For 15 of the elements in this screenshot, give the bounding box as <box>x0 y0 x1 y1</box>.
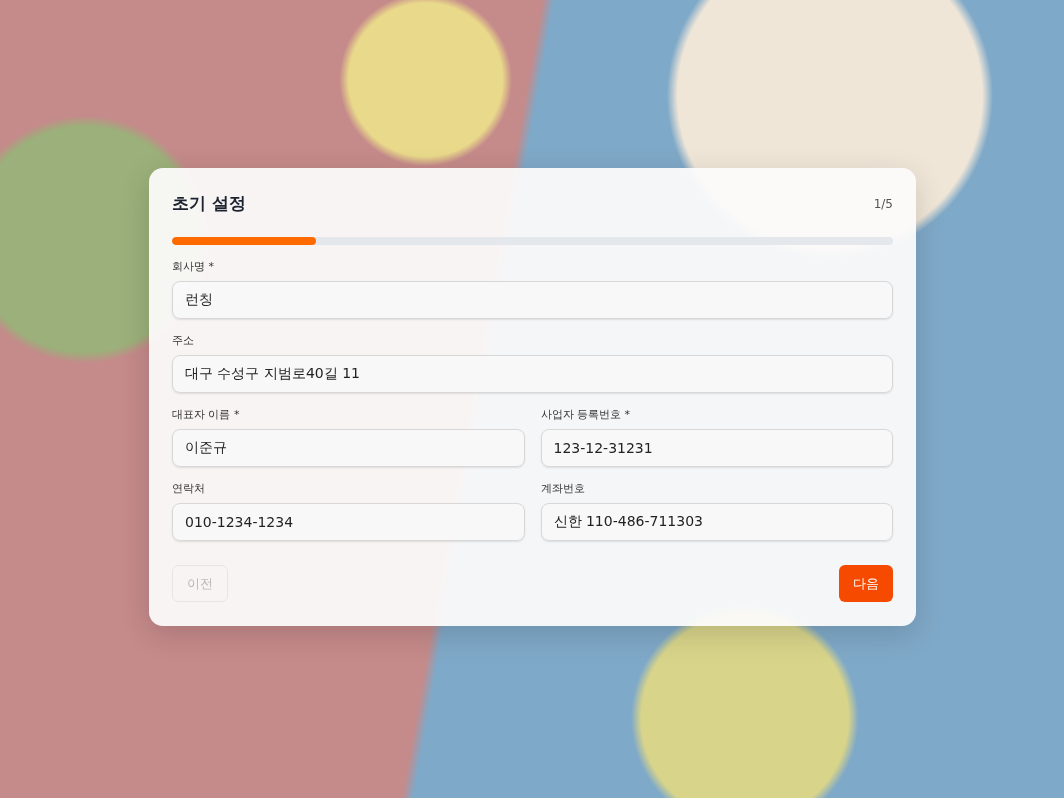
field-label: 계좌번호 <box>540 481 586 496</box>
field-label: 대표자 이름 * <box>172 407 241 422</box>
dialog-title: 초기 설정 <box>172 192 246 215</box>
input-field[interactable]: 이준규 <box>172 429 525 467</box>
field-label: 회사명 * <box>172 259 215 274</box>
input-field[interactable]: 런칭 <box>172 281 893 319</box>
next-button[interactable]: 다음 <box>839 565 893 602</box>
input-field[interactable]: 123-12-31231 <box>540 429 893 467</box>
input-field[interactable]: 신한 110-486-711303 <box>540 503 893 541</box>
input-field[interactable]: 대구 수성구 지범로40길 11 <box>172 355 893 393</box>
input-field[interactable]: 010-1234-1234 <box>172 503 525 541</box>
field-label: 주소 <box>172 333 195 348</box>
step-counter: 1/5 <box>873 196 893 211</box>
field-label: 사업자 등록번호 * <box>540 407 631 422</box>
field-label: 연락처 <box>172 481 206 496</box>
